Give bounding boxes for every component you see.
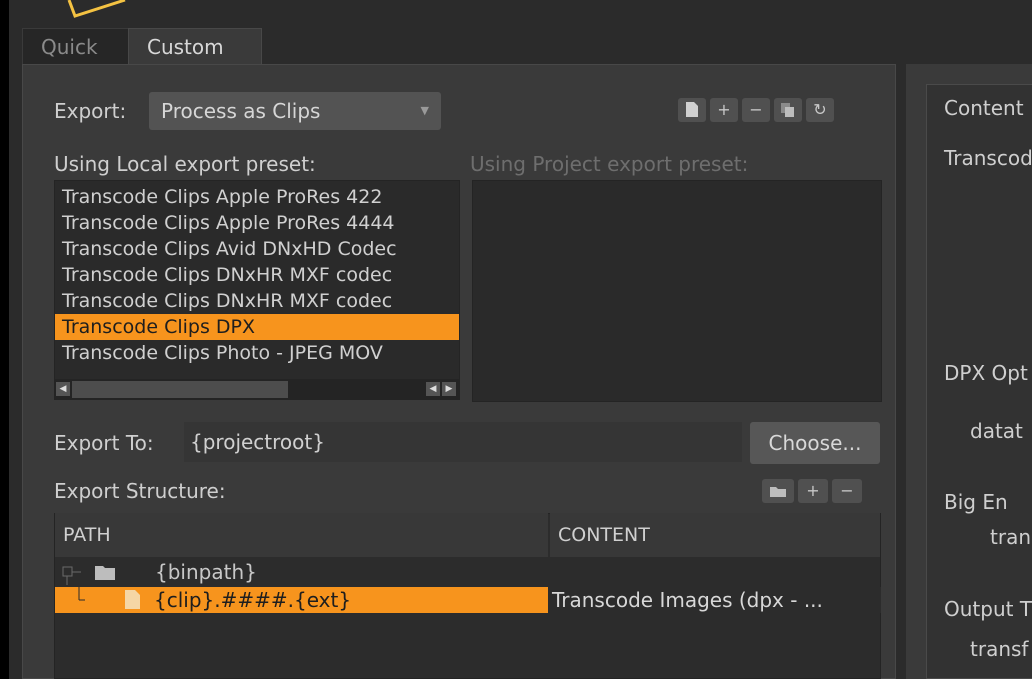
tree-row-selected[interactable]: {clip}.####.{ext} xyxy=(55,587,548,613)
preset-list-horizontal-scrollbar[interactable]: ◀ ◀ ▶ xyxy=(54,379,460,400)
tab-custom[interactable]: Custom xyxy=(128,28,262,64)
preset-item[interactable]: Transcode Clips DNxHR MXF codec xyxy=(55,288,459,314)
column-header-content[interactable]: CONTENT xyxy=(550,513,880,557)
preset-item[interactable]: Transcode Clips Apple ProRes 422 xyxy=(55,184,459,210)
content-setting-label: Output T xyxy=(944,597,1032,621)
callout-pointer-icon xyxy=(67,0,126,18)
export-path-field[interactable]: {projectroot} xyxy=(184,422,742,462)
tree-row[interactable]: {binpath} xyxy=(55,559,881,585)
file-icon xyxy=(125,590,140,609)
plus-icon: + xyxy=(717,100,731,119)
reset-preset-button[interactable]: ↻ xyxy=(806,98,834,122)
new-preset-button[interactable] xyxy=(678,98,706,122)
content-tab[interactable]: Content xyxy=(944,96,1024,120)
preset-item[interactable]: Transcode Clips Avid DNxHD Codec xyxy=(55,236,459,262)
project-preset-label: Using Project export preset: xyxy=(470,152,749,176)
minus-icon: − xyxy=(749,100,763,119)
add-folder-button[interactable] xyxy=(762,479,794,503)
plus-icon: + xyxy=(806,481,820,500)
copy-icon xyxy=(781,103,794,117)
content-setting-label: tran xyxy=(990,525,1031,549)
preset-item[interactable]: Transcode Clips Photo - JPEG MOV xyxy=(55,340,459,366)
column-header-path[interactable]: PATH xyxy=(55,513,548,557)
remove-element-button[interactable]: − xyxy=(832,479,862,503)
export-structure-label: Export Structure: xyxy=(54,479,226,503)
scroll-left-icon[interactable]: ◀ xyxy=(426,382,440,396)
export-mode-dropdown[interactable]: Process as Clips ▼ xyxy=(149,92,441,130)
tab-quick[interactable]: Quick xyxy=(22,28,134,64)
tree-row-path: {clip}.####.{ext} xyxy=(154,588,352,612)
scrollbar-thumb[interactable] xyxy=(72,381,288,398)
content-setting-label: Big En xyxy=(944,490,1008,514)
minus-icon: − xyxy=(840,481,854,500)
content-setting-label: transf xyxy=(970,637,1029,661)
folder-icon xyxy=(770,487,786,497)
local-preset-list: Transcode Clips Apple ProRes 422 Transco… xyxy=(54,180,460,400)
duplicate-preset-button[interactable] xyxy=(774,98,802,122)
refresh-icon: ↻ xyxy=(813,100,827,119)
export-label: Export: xyxy=(54,99,127,123)
file-icon xyxy=(686,102,698,117)
remove-preset-button[interactable]: − xyxy=(742,98,770,122)
add-preset-button[interactable]: + xyxy=(710,98,738,122)
tree-row-content[interactable]: Transcode Images (dpx - ... xyxy=(550,587,881,613)
scroll-right-icon[interactable]: ▶ xyxy=(442,382,456,396)
project-preset-list xyxy=(472,180,882,402)
folder-icon xyxy=(95,566,115,580)
preset-item[interactable]: Transcode Clips Apple ProRes 4444 xyxy=(55,210,459,236)
scroll-left-icon[interactable]: ◀ xyxy=(56,382,70,396)
preset-item[interactable]: Transcode Clips DNxHR MXF codec xyxy=(55,262,459,288)
add-element-button[interactable]: + xyxy=(798,479,828,503)
content-setting-label: DPX Opt xyxy=(944,361,1028,385)
chevron-down-icon: ▼ xyxy=(420,104,429,117)
content-setting-label: datat xyxy=(970,419,1023,443)
tree-row-path: {binpath} xyxy=(155,560,257,584)
local-preset-label: Using Local export preset: xyxy=(54,152,316,176)
preset-item-selected[interactable]: Transcode Clips DPX xyxy=(55,314,459,340)
tree-branch-icon xyxy=(78,587,85,601)
export-mode-value: Process as Clips xyxy=(161,99,321,123)
choose-button[interactable]: Choose... xyxy=(750,422,880,464)
export-to-label: Export To: xyxy=(54,431,154,455)
content-setting-label: Transcode xyxy=(944,146,1032,170)
